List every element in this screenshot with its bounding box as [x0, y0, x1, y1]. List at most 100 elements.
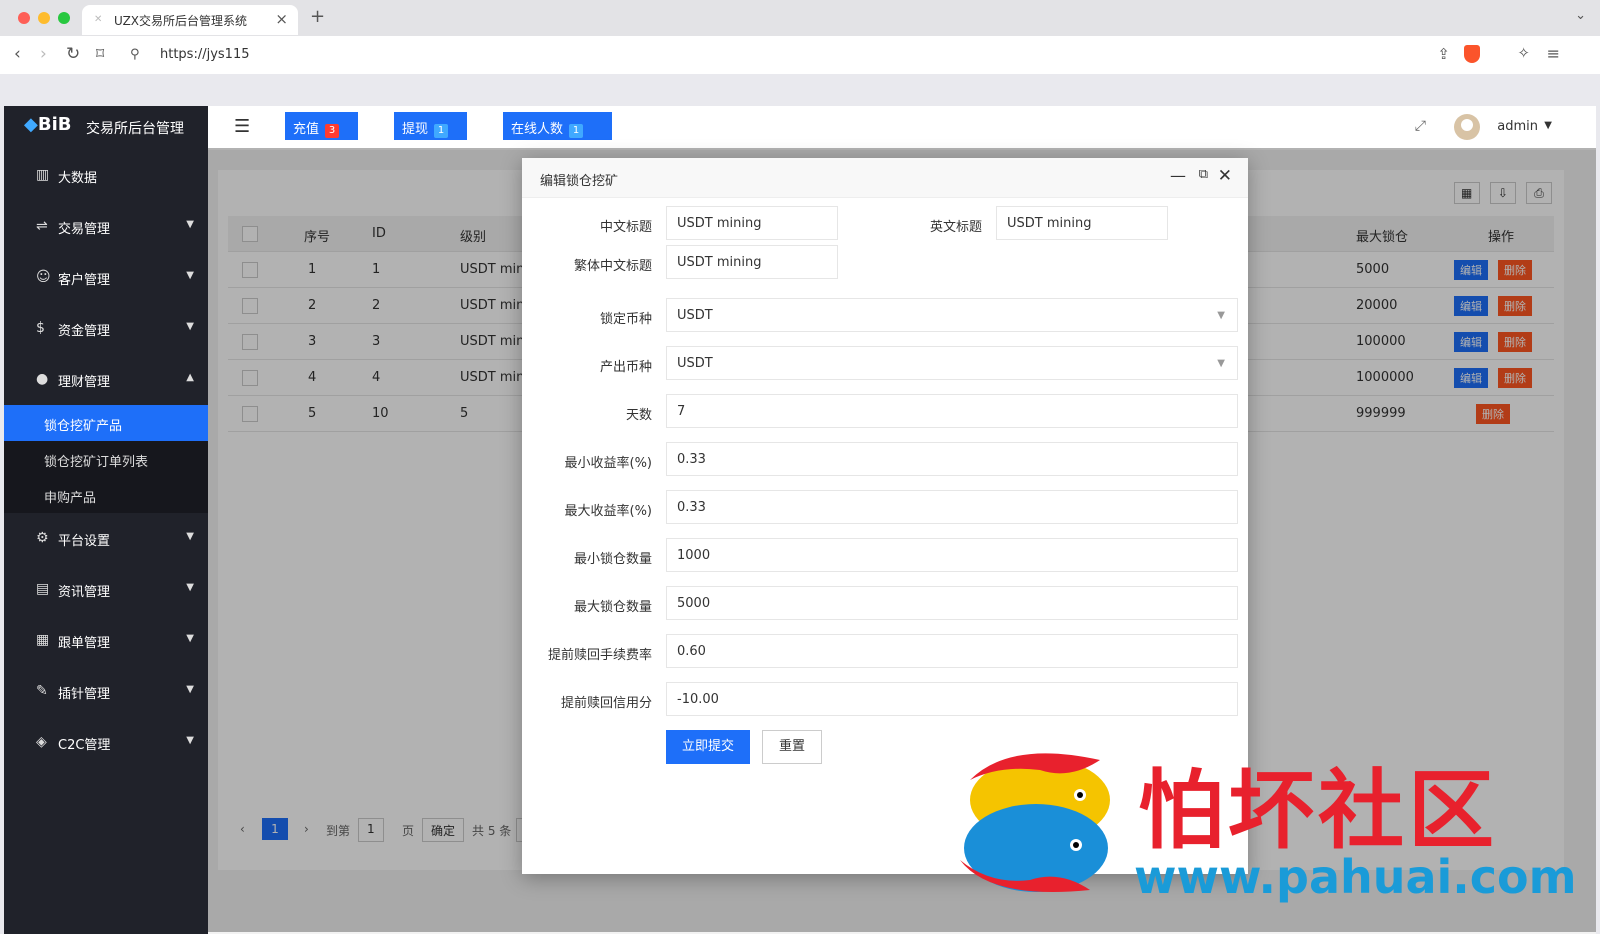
- sidebar-item-subscribe[interactable]: 申购产品: [4, 477, 208, 513]
- brand-title: 交易所后台管理: [86, 121, 184, 137]
- out-coin-label: 产出币种: [599, 360, 652, 375]
- maximize-icon[interactable]: ⧉: [1199, 167, 1208, 182]
- withdraw-badge: 1: [434, 124, 449, 138]
- brave-shield-icon[interactable]: [1464, 45, 1480, 63]
- min-lock-label: 最小锁仓数量: [573, 552, 652, 567]
- max-lock-label: 最大锁仓数量: [573, 600, 652, 615]
- forward-icon[interactable]: ›: [40, 44, 47, 64]
- online-badge: 1: [569, 124, 584, 138]
- min-rate-input[interactable]: 0.33: [666, 442, 1238, 476]
- sidebar-item-customer[interactable]: ☺ 客户管理 ▼: [4, 252, 208, 303]
- min-rate-label: 最小收益率(%): [564, 456, 653, 471]
- caret-up-icon: ▲: [186, 372, 194, 383]
- close-icon[interactable]: ×: [275, 10, 288, 28]
- sidebar-item-lock-orders[interactable]: 锁仓挖矿订单列表: [4, 441, 208, 477]
- address-bar: ‹ › ↻ ⌑ ⚲ https://jys115 ⇪ ✧ ≡: [0, 36, 1600, 74]
- share-icon[interactable]: ⇪: [1437, 45, 1450, 63]
- news-icon: ▤: [36, 581, 50, 597]
- caret-down-icon: ▼: [186, 582, 194, 593]
- lock-coin-select[interactable]: USDT ▼: [666, 298, 1238, 332]
- en-title-input[interactable]: USDT mining: [996, 206, 1168, 240]
- max-lock-input[interactable]: 5000: [666, 586, 1238, 620]
- ai-icon[interactable]: ✧: [1517, 44, 1530, 62]
- submit-button[interactable]: 立即提交: [666, 730, 750, 764]
- new-tab-icon[interactable]: +: [310, 6, 325, 27]
- credit-label: 提前赎回信用分: [560, 696, 652, 711]
- hamburger-icon[interactable]: ☰: [234, 116, 250, 137]
- caret-down-icon: ▼: [186, 219, 194, 230]
- chevron-down-icon: ▼: [1217, 358, 1225, 369]
- fee-input[interactable]: 0.60: [666, 634, 1238, 668]
- back-icon[interactable]: ‹: [14, 44, 21, 64]
- caret-down-icon: ▼: [186, 735, 194, 746]
- reset-button[interactable]: 重置: [762, 730, 822, 764]
- out-coin-select[interactable]: USDT ▼: [666, 346, 1238, 380]
- caret-down-icon: ▼: [186, 321, 194, 332]
- sidebar-item-lock-mining[interactable]: 锁仓挖矿产品: [4, 405, 208, 441]
- credit-input[interactable]: -10.00: [666, 682, 1238, 716]
- maximize-window-button[interactable]: [58, 12, 70, 24]
- dialog-title: 编辑锁仓挖矿: [540, 174, 619, 189]
- sidebar-item-copytrade[interactable]: ▦ 跟单管理 ▼: [4, 615, 208, 666]
- max-rate-input[interactable]: 0.33: [666, 490, 1238, 524]
- menu-icon[interactable]: ≡: [1547, 44, 1560, 63]
- tab-title: UZX交易所后台管理系统: [114, 14, 248, 28]
- chart-icon: ▥: [36, 167, 50, 183]
- fish-logo-icon: [960, 753, 1110, 892]
- sidebar-item-trade[interactable]: ⇌ 交易管理 ▼: [4, 201, 208, 252]
- watermark-url: www.pahuai.com: [1134, 850, 1577, 904]
- sidebar-item-finance[interactable]: ● 理财管理 ▲: [4, 354, 208, 405]
- tw-title-label: 繁体中文标题: [573, 259, 652, 274]
- user-name[interactable]: admin: [1497, 119, 1538, 134]
- watermark-text: 怕坏社区: [1138, 761, 1498, 861]
- lock-coin-label: 锁定币种: [599, 312, 652, 327]
- close-icon[interactable]: ✕: [1218, 166, 1232, 186]
- cn-title-label: 中文标题: [599, 220, 652, 235]
- money-icon: $: [36, 320, 45, 336]
- exchange-icon: ⇌: [36, 218, 48, 234]
- favicon-icon: ✕: [94, 14, 103, 25]
- tw-title-input[interactable]: USDT mining: [666, 245, 838, 279]
- sidebar-item-news[interactable]: ▤ 资讯管理 ▼: [4, 564, 208, 615]
- chevron-down-icon: ▼: [1217, 310, 1225, 321]
- sidebar-item-funds[interactable]: $ 资金管理 ▼: [4, 303, 208, 354]
- withdraw-button[interactable]: 提现 1: [394, 112, 467, 140]
- finance-submenu: 锁仓挖矿产品 锁仓挖矿订单列表 申购产品: [4, 405, 208, 513]
- piggy-icon: ●: [36, 371, 49, 387]
- sidebar-item-c2c[interactable]: ◈ C2C管理 ▼: [4, 717, 208, 768]
- browser-tab[interactable]: ✕ UZX交易所后台管理系统 ×: [82, 5, 298, 35]
- chevron-down-icon[interactable]: ⌄: [1575, 8, 1586, 23]
- max-rate-label: 最大收益率(%): [564, 504, 653, 519]
- recharge-button[interactable]: 充值 3: [285, 112, 358, 140]
- bookmark-icon[interactable]: ⌑: [96, 44, 104, 63]
- close-window-button[interactable]: [18, 12, 30, 24]
- minimize-window-button[interactable]: [38, 12, 50, 24]
- header: ☰ 充值 3 提现 1 在线人数 1 ⤢ admin ▼: [208, 106, 1596, 150]
- caret-down-icon[interactable]: ▼: [1544, 120, 1552, 131]
- sidebar-item-platform[interactable]: ⚙ 平台设置 ▼: [4, 513, 208, 564]
- sidebar-item-pin[interactable]: ✎ 插针管理 ▼: [4, 666, 208, 717]
- browser-tabbar: ✕ UZX交易所后台管理系统 × + ⌄: [0, 0, 1600, 36]
- url-input[interactable]: https://jys115: [160, 47, 250, 62]
- online-users-button[interactable]: 在线人数 1: [503, 112, 612, 140]
- pin-icon: ✎: [36, 683, 48, 699]
- reload-icon[interactable]: ↻: [66, 44, 80, 64]
- cn-title-input[interactable]: USDT mining: [666, 206, 838, 240]
- c2c-icon: ◈: [36, 734, 47, 750]
- days-label: 天数: [625, 408, 652, 423]
- avatar[interactable]: [1454, 114, 1480, 140]
- doc-icon: ▦: [36, 632, 50, 648]
- minimize-icon[interactable]: —: [1170, 166, 1186, 185]
- min-lock-input[interactable]: 1000: [666, 538, 1238, 572]
- caret-down-icon: ▼: [186, 531, 194, 542]
- brand: ◆BiB 交易所后台管理: [4, 106, 208, 150]
- watermark: 怕坏社区 www.pahuai.com: [950, 740, 1577, 910]
- caret-down-icon: ▼: [186, 633, 194, 644]
- fee-label: 提前赎回手续费率: [547, 648, 652, 663]
- fullscreen-icon[interactable]: ⤢: [1415, 118, 1426, 134]
- en-title-label: 英文标题: [929, 220, 982, 235]
- site-info-icon[interactable]: ⚲: [130, 47, 140, 62]
- logo: ◆BiB: [24, 114, 72, 135]
- days-input[interactable]: 7: [666, 394, 1238, 428]
- sidebar-item-bigdata[interactable]: ▥ 大数据: [4, 150, 208, 201]
